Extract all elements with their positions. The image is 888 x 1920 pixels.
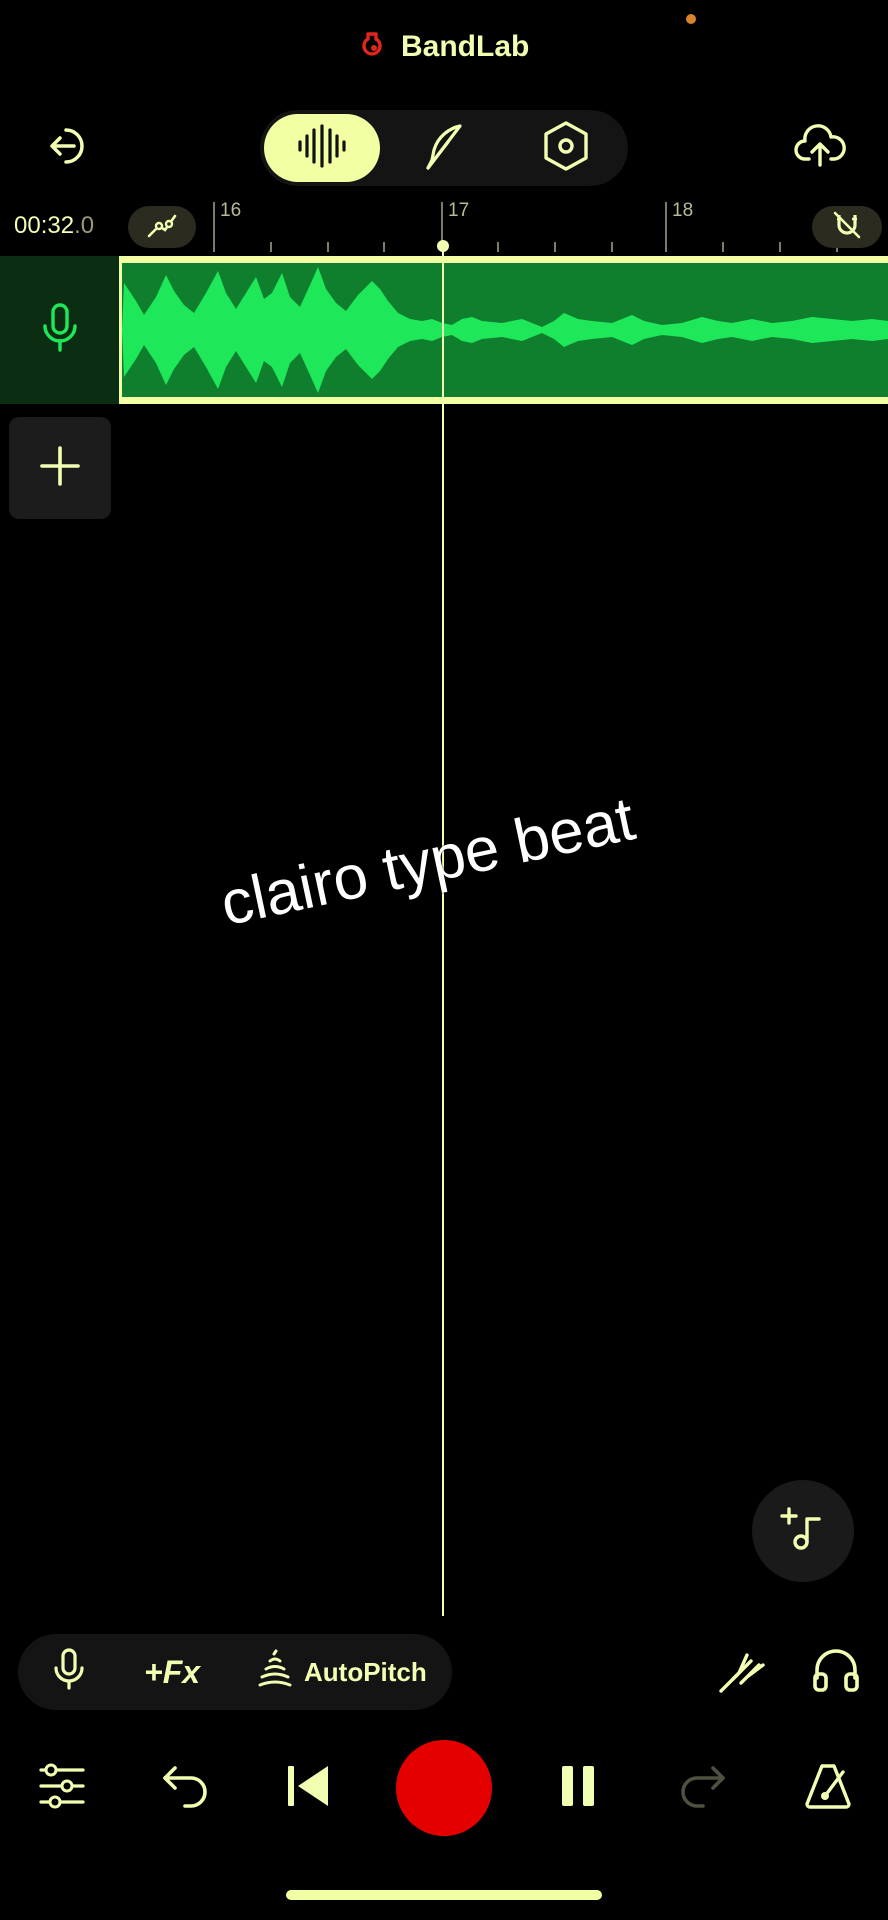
bar-label: 16 <box>220 200 242 221</box>
bar-label: 17 <box>448 200 470 221</box>
monitor-button[interactable] <box>806 1642 866 1702</box>
add-track-button[interactable] <box>9 417 111 519</box>
mixer-sliders-icon <box>37 1761 87 1816</box>
waveform <box>122 267 888 393</box>
mode-switcher <box>260 110 628 186</box>
video-caption: clairo type beat <box>214 784 641 940</box>
autopitch-icon <box>256 1649 294 1696</box>
bandlab-logo-icon <box>359 28 389 66</box>
quill-mode-icon <box>420 120 468 177</box>
automation-curve-icon <box>145 210 179 245</box>
bar-label: 18 <box>672 200 694 221</box>
timeline-ruler[interactable]: 16 17 18 <box>210 200 888 252</box>
undo-icon <box>161 1764 211 1813</box>
microphone-icon <box>40 302 80 359</box>
settings-hex-icon <box>542 120 590 177</box>
tuner-button[interactable] <box>712 1642 772 1702</box>
tab-lyrics[interactable] <box>386 110 502 186</box>
playhead-line[interactable] <box>442 246 444 1616</box>
snap-toggle[interactable] <box>812 206 882 248</box>
add-music-note-icon <box>779 1505 827 1558</box>
record-input-button[interactable] <box>52 1634 86 1710</box>
cloud-upload-icon <box>793 123 847 174</box>
waveform-mode-icon <box>296 123 348 173</box>
metronome-icon <box>803 1762 853 1815</box>
fx-button[interactable]: +Fx <box>144 1634 200 1710</box>
tab-track-view[interactable] <box>264 114 380 182</box>
pause-button[interactable] <box>548 1758 608 1818</box>
status-indicator-dot <box>686 14 696 24</box>
home-indicator[interactable] <box>286 1890 602 1900</box>
automation-toggle[interactable] <box>128 206 196 248</box>
brand-name: BandLab <box>401 30 530 63</box>
playback-time: 00:32.0 <box>14 212 94 240</box>
pause-icon <box>560 1764 596 1813</box>
plus-icon <box>38 444 82 493</box>
track-tools-bar: +Fx AutoPitch <box>18 1634 452 1710</box>
record-button[interactable] <box>396 1740 492 1836</box>
upload-button[interactable] <box>790 118 850 178</box>
rewind-button[interactable] <box>278 1758 338 1818</box>
magnet-off-icon <box>831 209 863 246</box>
redo-button[interactable] <box>672 1758 732 1818</box>
undo-button[interactable] <box>156 1758 216 1818</box>
time-fraction: .0 <box>74 212 95 239</box>
track-header-vocal[interactable] <box>0 256 119 404</box>
audio-region[interactable] <box>119 256 888 404</box>
autopitch-label: AutoPitch <box>304 1656 427 1687</box>
exit-icon <box>46 122 94 175</box>
autopitch-button[interactable]: AutoPitch <box>256 1634 427 1710</box>
tuning-fork-icon <box>717 1645 767 1700</box>
add-instrument-button[interactable] <box>752 1480 854 1582</box>
microphone-icon <box>52 1647 86 1698</box>
app-brand: BandLab <box>0 28 888 66</box>
playhead-handle[interactable] <box>437 240 449 252</box>
exit-button[interactable] <box>40 118 100 178</box>
headphones-icon <box>811 1646 861 1699</box>
mixer-button[interactable] <box>32 1758 92 1818</box>
tab-settings[interactable] <box>508 110 624 186</box>
skip-back-icon <box>284 1762 332 1815</box>
time-main: 00:32 <box>14 212 75 239</box>
metronome-button[interactable] <box>798 1758 858 1818</box>
redo-icon <box>677 1764 727 1813</box>
